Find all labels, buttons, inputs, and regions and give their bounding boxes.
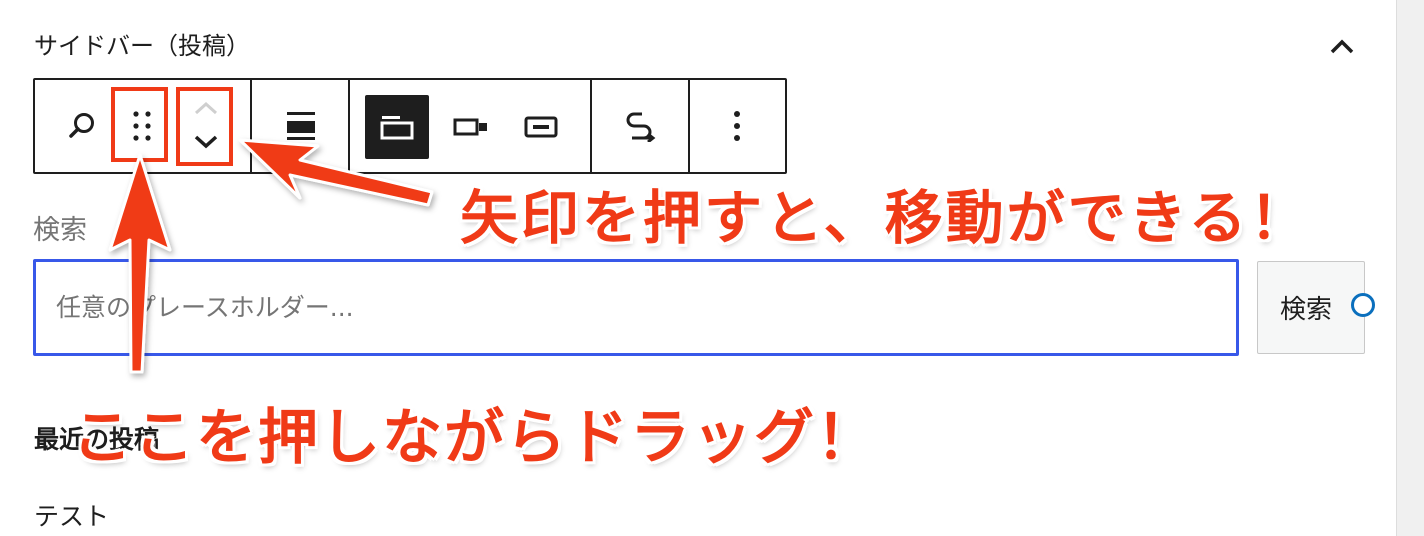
annotation-move-arrows: 矢印を押すと、移動ができる！ <box>460 184 1311 252</box>
more-options-button[interactable] <box>711 100 763 152</box>
search-input[interactable] <box>33 259 1239 356</box>
more-options-icon <box>734 111 740 141</box>
button-outside-toggle[interactable] <box>365 95 429 159</box>
annotation-drag-handle: ここを押しながらドラッグ！ <box>72 403 878 473</box>
button-inside-icon <box>453 118 487 136</box>
button-outside-icon <box>380 116 414 140</box>
move-down-button[interactable] <box>183 126 229 158</box>
no-button-toggle[interactable] <box>513 100 569 154</box>
move-up-button[interactable] <box>183 92 229 124</box>
button-inside-toggle[interactable] <box>443 100 499 154</box>
search-icon <box>69 113 94 138</box>
search-button[interactable]: 検索 <box>1257 261 1365 354</box>
scrollbar-track[interactable] <box>1396 0 1424 536</box>
list-item[interactable]: テスト <box>34 500 109 534</box>
drag-handle-button[interactable] <box>117 90 167 162</box>
search-label: 検索 <box>33 215 87 246</box>
collapse-panel-button[interactable] <box>1324 30 1360 62</box>
block-type-search-button[interactable] <box>59 102 107 150</box>
panel-title: サイドバー（投稿） <box>34 32 250 60</box>
resize-handle[interactable] <box>1351 293 1375 317</box>
block-toolbar <box>33 78 787 174</box>
align-icon <box>287 112 315 140</box>
drag-handle-icon <box>133 111 151 141</box>
move-down-icon <box>194 135 218 149</box>
align-button[interactable] <box>275 100 327 152</box>
chevron-up-icon <box>1330 39 1354 54</box>
transform-button[interactable] <box>613 100 665 152</box>
move-up-icon <box>194 101 218 115</box>
no-button-icon <box>524 116 558 138</box>
transform-icon <box>626 112 656 142</box>
